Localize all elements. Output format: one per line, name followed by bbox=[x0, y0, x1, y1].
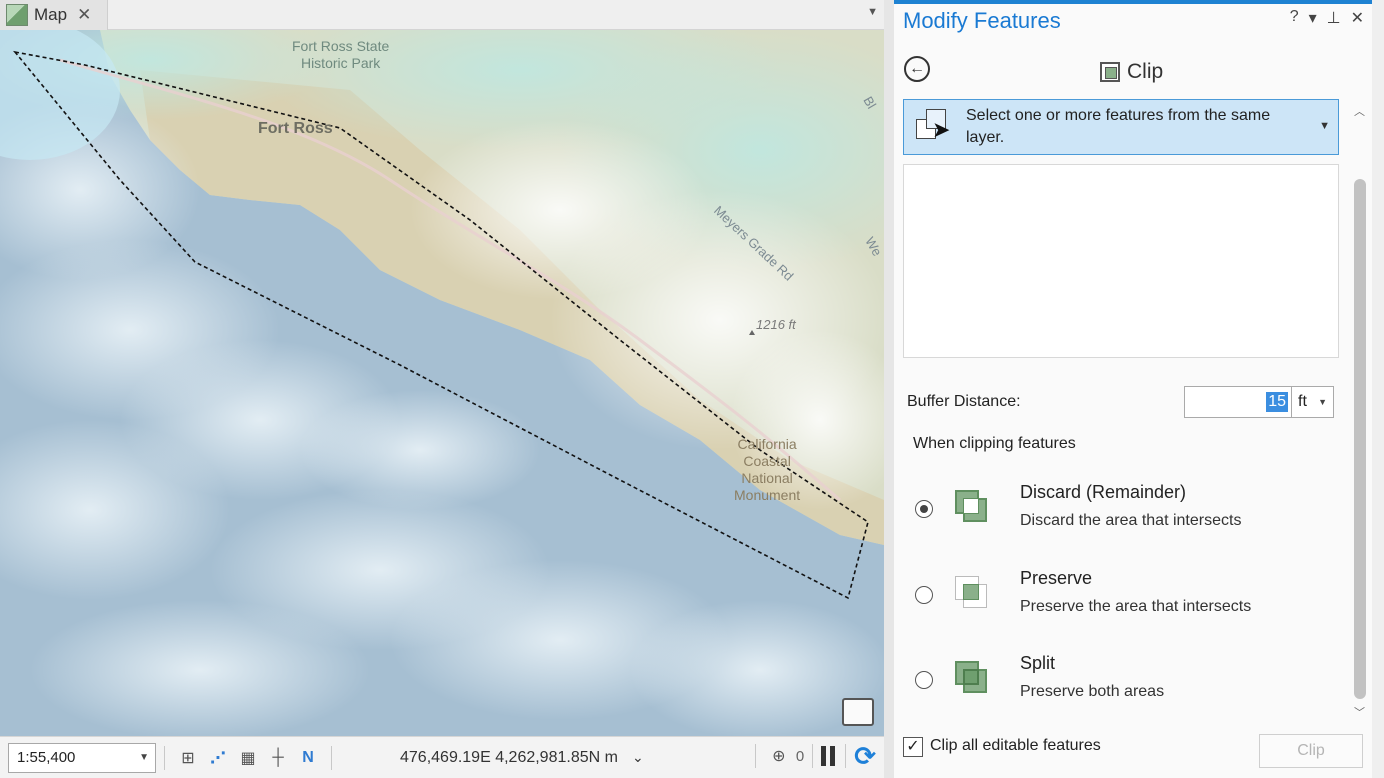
coordinate-format-dropdown-icon[interactable]: ⌄ bbox=[632, 749, 644, 766]
help-icon[interactable]: ? bbox=[1290, 8, 1299, 28]
radio-discard[interactable] bbox=[915, 500, 933, 518]
status-right-group: ⊕ 0 ⟳ bbox=[747, 743, 876, 769]
back-arrow-icon[interactable]: ← bbox=[904, 56, 930, 82]
option-split[interactable]: Split Preserve both areas bbox=[913, 653, 1343, 713]
tool-name: Clip bbox=[1127, 60, 1164, 83]
status-separator bbox=[331, 745, 332, 770]
map-label-town: Fort Ross bbox=[258, 120, 333, 137]
option-preserve-title: Preserve bbox=[1020, 568, 1093, 588]
coordinate-readout: 476,469.19E 4,262,981.85N m bbox=[400, 748, 618, 766]
scrollbar-thumb[interactable] bbox=[1354, 179, 1366, 699]
status-separator bbox=[754, 744, 756, 768]
pane-splitter[interactable] bbox=[884, 0, 894, 778]
pin-icon[interactable]: ⊥ bbox=[1327, 8, 1341, 28]
scroll-up-icon[interactable]: ︿ bbox=[1354, 103, 1365, 119]
map-basemap bbox=[0, 30, 884, 736]
add-grid-icon[interactable]: ⊞ bbox=[177, 747, 199, 769]
option-preserve-desc: Preserve the area that intersects bbox=[1020, 598, 1252, 615]
close-pane-icon[interactable]: ✕ bbox=[1351, 8, 1364, 28]
radio-preserve[interactable] bbox=[915, 586, 933, 604]
buffer-distance-label: Buffer Distance: bbox=[907, 393, 1021, 410]
tool-header: Clip bbox=[1100, 60, 1163, 84]
clip-options-heading: When clipping features bbox=[913, 435, 1076, 452]
tab-close-icon[interactable]: ✕ bbox=[77, 5, 91, 25]
preserve-icon bbox=[955, 576, 989, 610]
option-preserve[interactable]: Preserve Preserve the area that intersec… bbox=[913, 568, 1343, 628]
map-pane: Map ✕ ▼ Fort Ross State Historic Park Fo… bbox=[0, 0, 884, 778]
refresh-icon[interactable]: ⟳ bbox=[854, 743, 876, 769]
selection-dropdown-icon: ▼ bbox=[1319, 120, 1330, 132]
scroll-down-icon[interactable]: ﹀ bbox=[1354, 704, 1365, 720]
split-icon bbox=[955, 661, 989, 695]
pane-tools: ? ▾ ⊥ ✕ bbox=[1290, 8, 1364, 28]
grid-icon[interactable]: ▦ bbox=[237, 747, 259, 769]
map-icon bbox=[6, 4, 28, 26]
map-overview-icon[interactable] bbox=[842, 698, 874, 726]
select-features-icon: ➤ bbox=[916, 109, 952, 145]
status-separator bbox=[845, 744, 847, 768]
map-status-bar: 1:55,400 ▼ ⊞ ⋰ ▦ ┼ N 476,469.19E 4,262,9… bbox=[0, 736, 884, 778]
app-window: Map ✕ ▼ Fort Ross State Historic Park Fo… bbox=[0, 0, 1384, 778]
pause-icon[interactable] bbox=[821, 746, 837, 766]
tab-map[interactable]: Map ✕ bbox=[0, 0, 108, 30]
option-discard-title: Discard (Remainder) bbox=[1020, 482, 1187, 502]
pane-scrollbar[interactable]: ︿ ﹀ bbox=[1351, 99, 1369, 724]
pane-footer: ✓ Clip all editable features Clip bbox=[903, 734, 1363, 768]
pane-options-icon[interactable]: ▾ bbox=[1309, 8, 1317, 28]
buffer-unit-select[interactable]: ft ▼ bbox=[1292, 386, 1334, 418]
pane-title: Modify Features bbox=[903, 8, 1061, 33]
window-edge bbox=[1372, 0, 1384, 778]
map-label-park: Fort Ross State Historic Park bbox=[292, 38, 390, 71]
scale-dropdown-icon: ▼ bbox=[139, 752, 149, 763]
tab-list-dropdown-icon[interactable]: ▼ bbox=[867, 6, 878, 18]
option-split-desc: Preserve both areas bbox=[1020, 683, 1165, 700]
selection-count-icon[interactable]: ⊕ bbox=[768, 745, 790, 767]
selected-features-list[interactable] bbox=[903, 164, 1339, 358]
clip-all-label: Clip all editable features bbox=[930, 737, 1101, 754]
buffer-distance-value: 15 bbox=[1266, 392, 1288, 412]
buffer-distance-input[interactable]: 15 bbox=[1184, 386, 1292, 418]
clip-tool-icon bbox=[1100, 62, 1120, 82]
correction-icon[interactable]: N bbox=[297, 747, 319, 769]
option-discard[interactable]: Discard (Remainder) Discard the area tha… bbox=[913, 482, 1343, 542]
buffer-unit-value: ft bbox=[1298, 393, 1307, 410]
tab-map-label: Map bbox=[34, 5, 68, 24]
clip-all-checkbox[interactable]: ✓ bbox=[903, 737, 923, 757]
selection-count: 0 bbox=[795, 747, 805, 765]
scale-value: 1:55,400 bbox=[17, 749, 76, 766]
map-label-monument: California Coastal National Monument bbox=[734, 436, 801, 503]
scale-selector[interactable]: 1:55,400 ▼ bbox=[8, 742, 156, 773]
map-view[interactable]: Fort Ross State Historic Park Fort Ross … bbox=[0, 30, 884, 736]
selection-prompt: Select one or more features from the sam… bbox=[966, 107, 1271, 146]
discard-icon bbox=[955, 490, 989, 524]
map-tab-strip: Map ✕ ▼ bbox=[0, 0, 884, 30]
option-discard-desc: Discard the area that intersects bbox=[1020, 512, 1242, 529]
unit-dropdown-icon: ▼ bbox=[1318, 397, 1327, 407]
clip-button[interactable]: Clip bbox=[1259, 734, 1363, 768]
snapping-icon[interactable]: ⋰ bbox=[207, 747, 229, 769]
status-separator bbox=[164, 745, 165, 770]
guides-icon[interactable]: ┼ bbox=[267, 747, 289, 769]
status-separator bbox=[812, 744, 814, 768]
selection-method-dropdown[interactable]: ➤ Select one or more features from the s… bbox=[903, 99, 1339, 155]
map-label-elevation: 1216 ft bbox=[756, 317, 796, 332]
option-split-title: Split bbox=[1020, 653, 1056, 673]
radio-split[interactable] bbox=[915, 671, 933, 689]
modify-features-pane: Modify Features ? ▾ ⊥ ✕ ← Clip ➤ Select … bbox=[894, 0, 1372, 778]
